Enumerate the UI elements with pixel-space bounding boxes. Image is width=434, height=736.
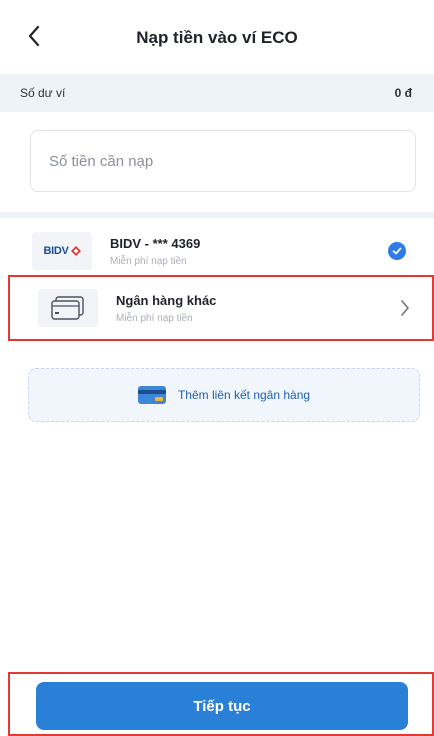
bank-fee: Miễn phí nạp tiền <box>110 255 187 267</box>
amount-section <box>0 112 434 212</box>
continue-button[interactable]: Tiếp tục <box>36 682 408 730</box>
bidv-logo: BIDV <box>32 232 92 270</box>
card-icon <box>51 296 84 320</box>
bidv-logo-text: BIDV <box>43 245 69 257</box>
amount-input[interactable] <box>30 130 416 192</box>
section-divider <box>0 212 434 218</box>
bank-info: BIDV - *** 4369 Miễn phí nạp tiền <box>110 236 388 267</box>
add-bank-link-button[interactable]: Thêm liên kết ngân hàng <box>28 368 420 422</box>
credit-card-icon <box>137 386 166 404</box>
bank-info: Ngân hàng khác Miễn phí nạp tiền <box>116 293 400 324</box>
add-bank-label: Thêm liên kết ngân hàng <box>177 388 311 402</box>
page-title: Nạp tiền vào ví ECO <box>136 28 298 47</box>
bidv-diamond-icon <box>70 246 81 256</box>
bank-option-other[interactable]: Ngân hàng khác Miễn phí nạp tiền <box>8 275 434 341</box>
wallet-balance-bar: Số dư ví 0 đ <box>0 74 434 112</box>
bank-fee: Miễn phí nạp tiền <box>116 312 193 324</box>
balance-label: Số dư ví <box>20 86 66 100</box>
bottom-action-area: Tiếp tục <box>8 672 434 736</box>
chevron-right-icon <box>400 299 410 317</box>
bank-option-bidv[interactable]: BIDV BIDV - *** 4369 Miễn phí nạp tiền <box>0 222 434 280</box>
balance-value: 0 đ <box>394 86 412 100</box>
check-circle-icon <box>388 242 406 260</box>
bank-name: BIDV - *** 4369 <box>110 235 201 251</box>
topup-screen: Nạp tiền vào ví ECO Số dư ví 0 đ BIDV BI… <box>0 0 434 736</box>
card-logo <box>38 289 98 327</box>
bank-name: Ngân hàng khác <box>116 292 217 308</box>
header: Nạp tiền vào ví ECO <box>0 0 434 74</box>
